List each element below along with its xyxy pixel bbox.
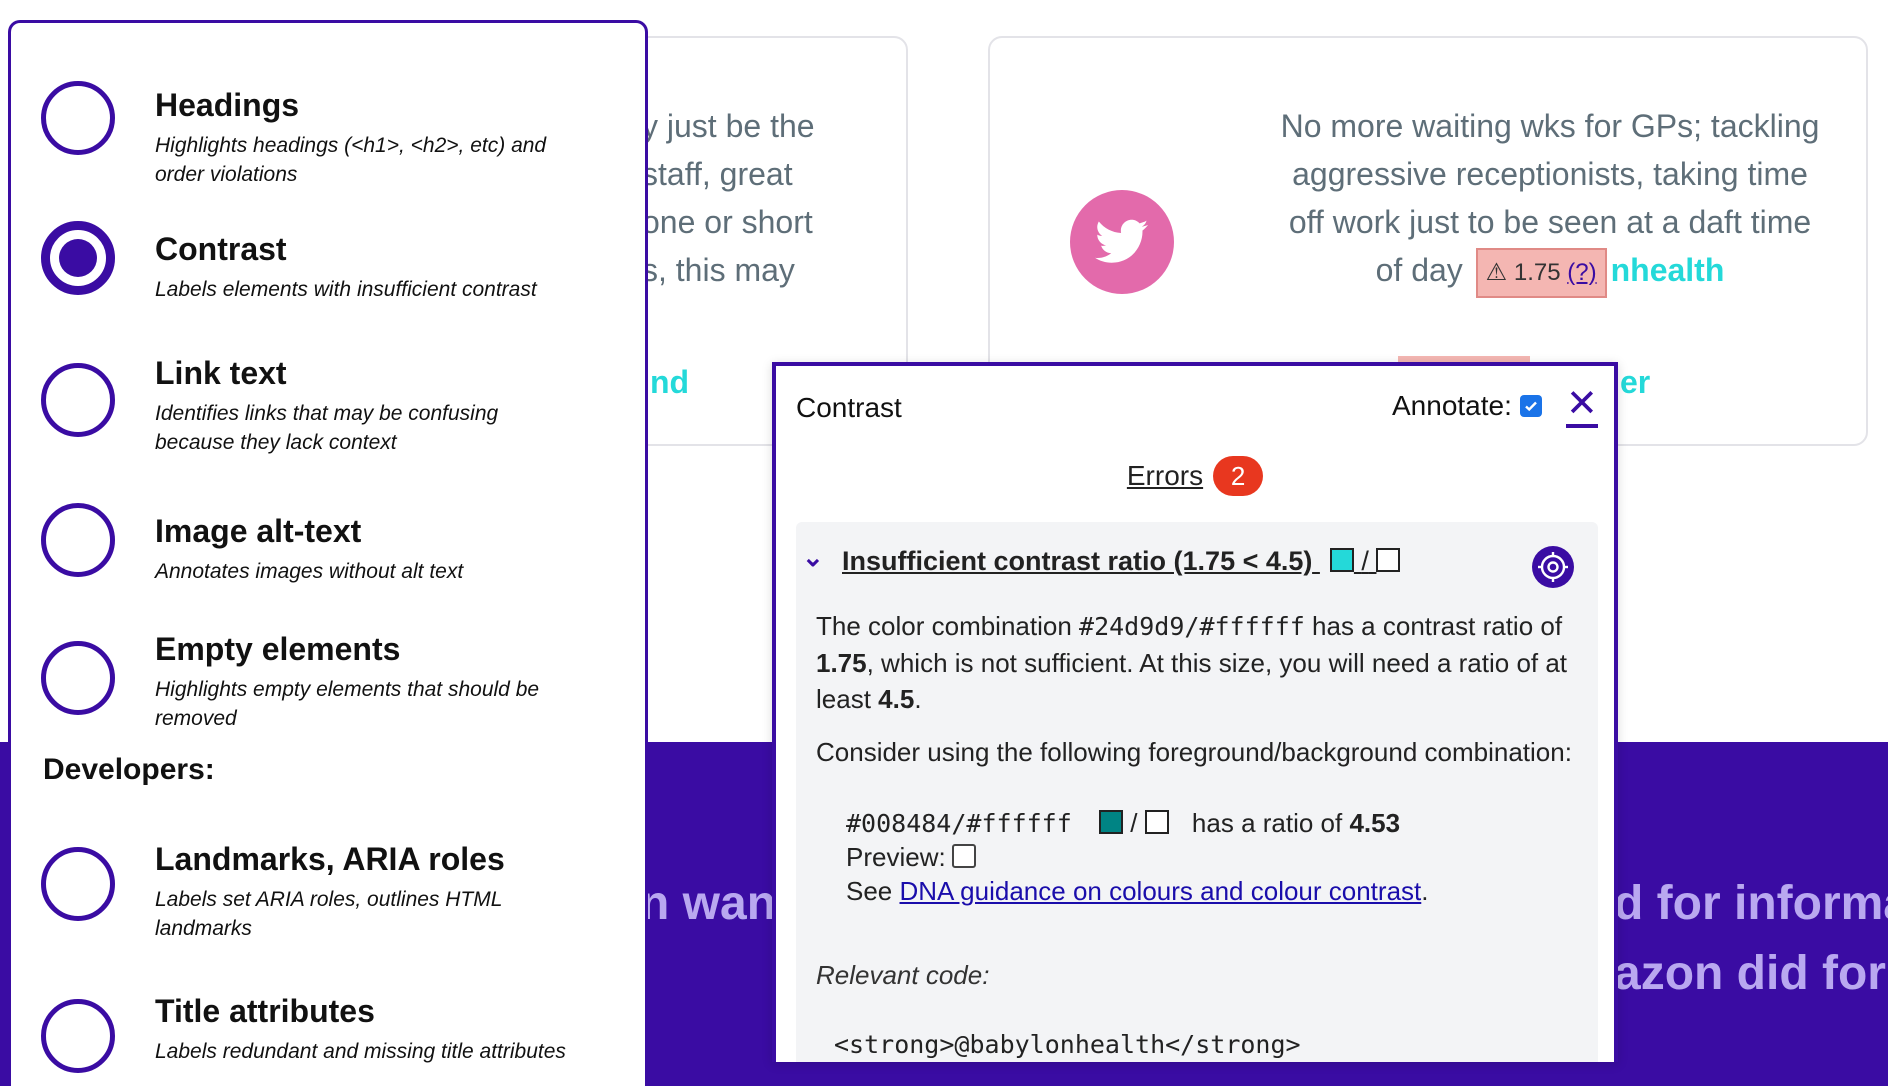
image-alt-text-radio[interactable] xyxy=(41,503,115,577)
option-description: Highlights empty elements that should be… xyxy=(155,678,540,730)
checkmark-icon xyxy=(1525,401,1537,412)
landmarks-radio[interactable] xyxy=(41,847,115,921)
headings-radio[interactable] xyxy=(41,81,115,155)
banner-text-left: n want xyxy=(640,877,792,930)
errors-link[interactable]: Errors xyxy=(1127,460,1203,491)
option-title: Headings xyxy=(155,87,300,123)
card1-link[interactable]: nd xyxy=(650,364,689,401)
card1-text: y just be the staff, great one or short … xyxy=(642,108,815,336)
title-attributes-radio[interactable] xyxy=(41,999,115,1073)
empty-elements-radio[interactable] xyxy=(41,641,115,715)
contrast-warning-badge[interactable]: ⚠ 1.75 (?) xyxy=(1475,247,1607,298)
banner-text-right-1: d for informa xyxy=(1614,877,1888,930)
option-title: Image alt-text xyxy=(155,513,362,549)
warning-help-link[interactable]: (?) xyxy=(1567,259,1596,286)
popup-title: Contrast xyxy=(796,392,902,423)
option-title: Empty elements xyxy=(155,631,401,667)
suggested-foreground-swatch xyxy=(1099,810,1124,834)
guidance-row: See DNA guidance on colours and colour c… xyxy=(846,876,1429,906)
option-title: Title attributes xyxy=(155,993,375,1029)
option-description: Labels set ARIA roles, outlines HTML lan… xyxy=(155,888,503,940)
close-button[interactable]: ✕ xyxy=(1566,384,1598,428)
errors-count-badge: 2 xyxy=(1213,456,1264,496)
twitter-bubble[interactable] xyxy=(1070,190,1174,294)
card2-text: No more waiting wks for GPs; tackling ag… xyxy=(1250,102,1850,298)
crosshair-icon xyxy=(1538,552,1568,582)
annotate-toggle[interactable]: Annotate: xyxy=(1392,390,1542,422)
preview-checkbox[interactable] xyxy=(951,844,976,868)
preview-toggle[interactable]: Preview: xyxy=(846,842,976,873)
annotate-checkbox[interactable] xyxy=(1519,395,1542,417)
relevant-code: <strong>@babylonhealth</strong> xyxy=(834,1030,1301,1059)
option-title: Landmarks, ARIA roles xyxy=(155,841,505,877)
errors-tab[interactable]: Errors 2 xyxy=(776,456,1614,496)
suggestion-intro: Consider using the following foreground/… xyxy=(816,737,1572,767)
option-title: Contrast xyxy=(155,231,287,267)
issue-card: ⌄ Insufficient contrast ratio (1.75 < 4.… xyxy=(796,522,1598,1062)
relevant-code-label: Relevant code: xyxy=(816,960,990,990)
banner-text-right-2: azon did for xyxy=(1614,947,1886,1000)
developers-heading: Developers: xyxy=(43,753,215,786)
option-title: Link text xyxy=(155,355,287,391)
chevron-down-icon[interactable]: ⌄ xyxy=(802,542,824,573)
option-description: Highlights headings (<h1>, <h2>, etc) an… xyxy=(155,134,547,186)
link-text-radio[interactable] xyxy=(41,363,115,437)
guidance-link[interactable]: DNA guidance on colours and colour contr… xyxy=(900,876,1422,906)
option-description: Labels redundant and missing title attri… xyxy=(155,1040,566,1063)
twitter-bird-icon xyxy=(1095,219,1149,263)
suggested-combination: #008484/#ffffff / has a ratio of 4.53 xyxy=(846,808,1401,838)
annotate-label: Annotate: xyxy=(1392,390,1512,421)
option-description: Identifies links that may be confusing b… xyxy=(155,402,499,454)
checker-options-panel: Headings Highlights headings (<h1>, <h2>… xyxy=(8,20,648,1086)
card2-link[interactable]: er xyxy=(1620,364,1650,401)
contrast-popup: Contrast Annotate: ✕ Errors 2 ⌄ Insuffici… xyxy=(772,362,1618,1062)
option-description: Annotates images without alt text xyxy=(155,560,464,583)
background-swatch xyxy=(1376,548,1401,572)
suggested-background-swatch xyxy=(1144,810,1169,834)
foreground-swatch xyxy=(1329,548,1354,572)
option-description: Labels elements with insufficient contra… xyxy=(155,278,537,301)
issue-title[interactable]: Insufficient contrast ratio (1.75 < 4.5)… xyxy=(842,546,1401,577)
issue-description: The color combination #24d9d9/#ffffff ha… xyxy=(816,611,1568,714)
locate-target-icon[interactable] xyxy=(1532,546,1574,588)
warning-icon: ⚠ xyxy=(1485,258,1508,286)
contrast-radio[interactable] xyxy=(41,221,115,295)
flagged-strong-text: nhealth xyxy=(1610,252,1725,288)
